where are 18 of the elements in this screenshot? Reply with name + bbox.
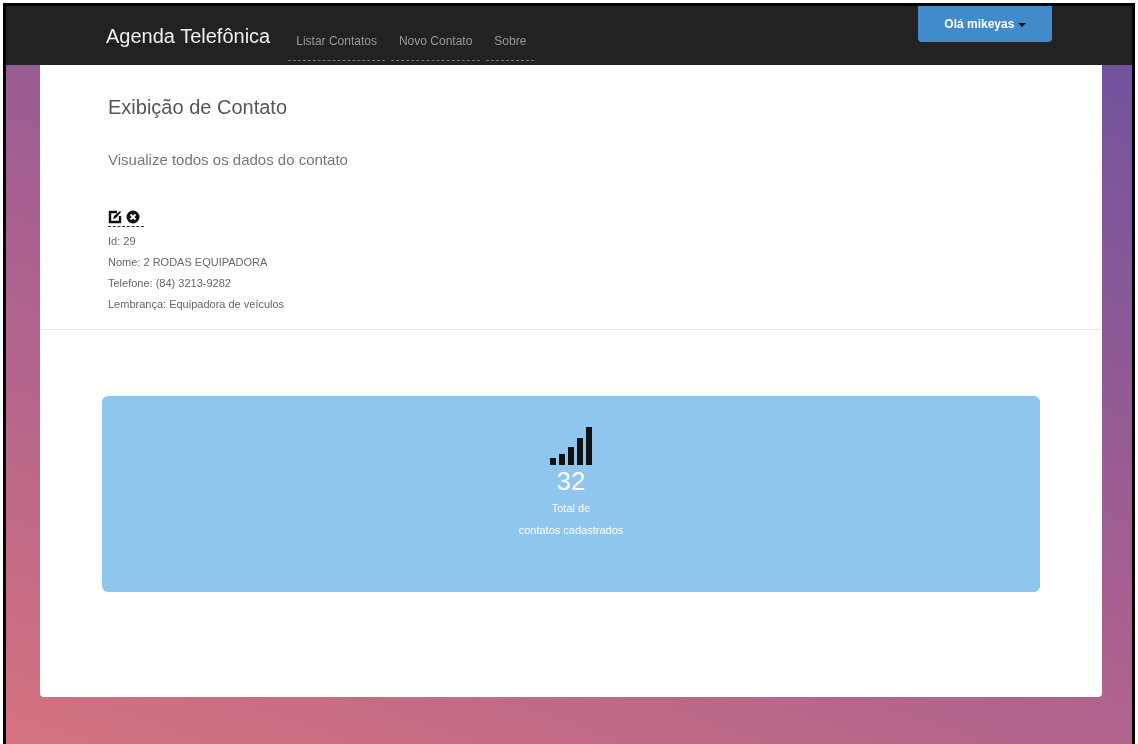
nav-link[interactable]: Sobre — [486, 24, 535, 61]
nav-link[interactable]: Novo Contato — [390, 24, 481, 61]
signal-bars-icon — [550, 425, 592, 466]
user-menu-button[interactable]: Olá mikeyas — [918, 6, 1052, 42]
contact-field: Lembrança: Equipadora de veículos — [108, 293, 1034, 315]
brand-title[interactable]: Agenda Telefônica — [106, 20, 271, 51]
page-subtitle: Visualize todos os dados do contato — [108, 150, 349, 170]
count-caption: Total de — [550, 500, 592, 516]
contact-field: Telefone: (84) 3213-9282 — [108, 272, 1034, 294]
delete-icon[interactable] — [126, 209, 140, 224]
page-title: Exibição de Contato — [108, 95, 288, 119]
nav-link[interactable]: Listar Contatos — [288, 24, 385, 61]
caret-icon — [1017, 22, 1026, 27]
count-caption: contatos cadastrados — [518, 522, 624, 538]
edit-icon[interactable] — [108, 209, 122, 224]
contact-field: Nome: 2 RODAS EQUIPADORA — [108, 251, 1034, 273]
contact-field: Id: 29 — [108, 230, 1034, 252]
contact-count: 32 — [556, 465, 586, 497]
